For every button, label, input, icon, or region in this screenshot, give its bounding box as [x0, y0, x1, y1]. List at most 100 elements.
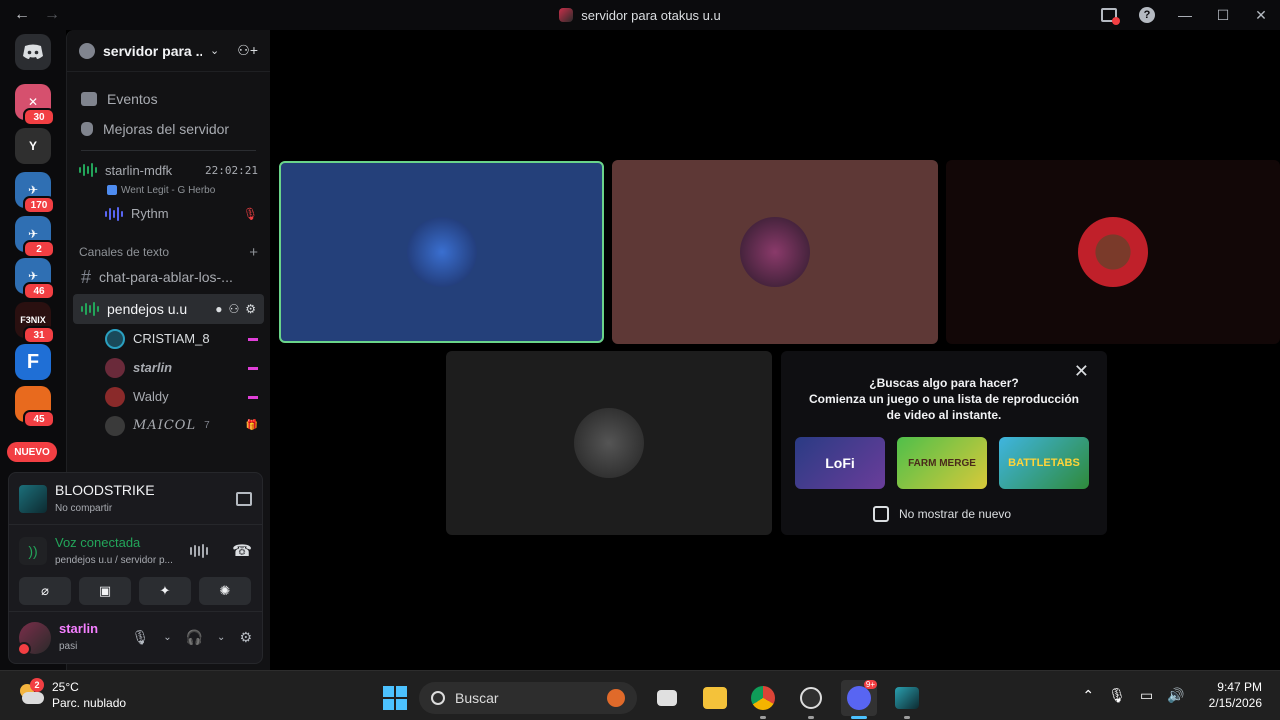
add-user-icon[interactable]: ⚇+: [237, 42, 258, 59]
task-view-icon[interactable]: [649, 680, 685, 716]
weather-widget[interactable]: 2 25°C Parc. nublado: [18, 678, 127, 711]
microphone-tray-icon[interactable]: 🎙: [1108, 687, 1126, 704]
volume-icon[interactable]: 🔊: [1167, 687, 1184, 704]
add-channel-icon[interactable]: +: [249, 244, 258, 261]
chevron-down-icon[interactable]: ⌄: [217, 632, 225, 643]
server-icon: [559, 8, 574, 22]
chrome-icon[interactable]: [745, 680, 781, 719]
bloodstrike-icon[interactable]: [889, 680, 925, 719]
user-settings-icon[interactable]: ⚙: [239, 629, 252, 646]
video-tile[interactable]: [612, 160, 938, 344]
voice-wave-icon: [81, 302, 99, 316]
discord-badge: 9+: [863, 680, 877, 689]
activities-button[interactable]: ✦: [139, 577, 191, 605]
server-icon-6[interactable]: F3NIX 31: [15, 302, 55, 344]
maximize-button[interactable]: ☐: [1204, 0, 1242, 30]
channel-name: pendejos u.u: [107, 301, 188, 317]
headphones-icon[interactable]: 🎧: [186, 629, 203, 646]
hash-icon: #: [81, 266, 92, 287]
chat-icon[interactable]: ●: [215, 302, 222, 316]
server-icon-3[interactable]: ✈ 170: [15, 172, 55, 214]
activity-card-farm[interactable]: FARM MERGE: [897, 437, 987, 489]
disconnect-icon[interactable]: ☎: [232, 541, 252, 561]
network-icon[interactable]: ▭: [1140, 687, 1153, 704]
clock-date: 2/15/2026: [1208, 696, 1262, 710]
server-icon-5[interactable]: ✈ 46: [15, 258, 55, 300]
share-screen-button[interactable]: ▣: [79, 577, 131, 605]
mic-muted-icon: 🎙: [242, 206, 258, 221]
server-icon-4[interactable]: ✈ 2: [15, 216, 55, 258]
dont-show-again[interactable]: No mostrar de nuevo: [873, 506, 1011, 522]
settings-gear-icon[interactable]: ⚙: [245, 302, 256, 316]
video-tile[interactable]: [946, 160, 1280, 344]
category-text-channels[interactable]: Canales de texto +: [67, 242, 270, 262]
member-rythm[interactable]: Rythm 🎙: [67, 199, 270, 228]
taskbar-search[interactable]: Buscar: [419, 682, 637, 714]
boost-shield-icon: [81, 122, 93, 136]
clock[interactable]: 9:47 PM 2/15/2026: [1209, 679, 1262, 711]
voice-status[interactable]: Voz conectada: [55, 535, 182, 550]
voice-wave-icon: [105, 206, 123, 221]
search-icon: [431, 691, 445, 705]
weather-condition: Parc. nublado: [52, 696, 127, 710]
activity-icon: ▬: [248, 391, 258, 402]
signal-icon[interactable]: )): [19, 537, 47, 565]
inbox-button[interactable]: [1090, 0, 1128, 30]
channel-name: chat-para-ablar-los-...: [99, 269, 233, 285]
activity-card-lofi[interactable]: LoFi: [795, 437, 885, 489]
video-tile-speaking[interactable]: [279, 161, 604, 343]
divider: [81, 150, 256, 151]
voice-member[interactable]: Waldy ▬: [67, 382, 270, 411]
help-button[interactable]: ?: [1128, 0, 1166, 30]
promo-line-3: de video al instante.: [886, 408, 1002, 422]
nuevo-badge[interactable]: NUEVO: [7, 442, 57, 462]
file-explorer-icon[interactable]: [697, 680, 733, 716]
voice-member[interactable]: starlin ▬: [67, 353, 270, 382]
channel-voice-active[interactable]: pendejos u.u ● ⚇ ⚙: [73, 294, 264, 324]
checkbox-label: No mostrar de nuevo: [899, 507, 1012, 521]
noise-suppression-icon[interactable]: [190, 544, 209, 558]
user-name[interactable]: starlin: [59, 621, 123, 636]
category-label: Canales de texto: [79, 245, 170, 259]
server-name: servidor para ...: [103, 42, 203, 59]
checkbox[interactable]: [873, 506, 889, 522]
server-icon-7[interactable]: F: [15, 344, 51, 380]
close-button[interactable]: ✕: [1242, 0, 1280, 30]
game-activity: BLOODSTRIKE No compartir: [9, 473, 262, 525]
minimize-button[interactable]: —: [1166, 0, 1204, 30]
member-name: Waldy: [133, 389, 169, 404]
voice-member[interactable]: MAICOL 7 🎁: [67, 411, 270, 440]
chevron-down-icon: ⌄: [210, 45, 220, 57]
voice-member[interactable]: CRISTIAM_8 ▬: [67, 324, 270, 353]
server-icon-8[interactable]: 45: [15, 386, 55, 428]
discord-taskbar-icon[interactable]: 9+: [841, 680, 877, 719]
game-title: BLOODSTRIKE: [55, 481, 155, 498]
activity-card-battletabs[interactable]: BATTLETABS: [999, 437, 1089, 489]
server-icon-1[interactable]: ✕ 30: [15, 84, 55, 126]
back-arrow-icon[interactable]: ←: [14, 6, 30, 24]
video-tile[interactable]: [446, 351, 772, 535]
voice-connected-row: )) Voz conectada pendejos u.u / servidor…: [9, 525, 262, 577]
participant-avatar: [740, 217, 810, 287]
forward-arrow-icon[interactable]: →: [44, 6, 60, 24]
discord-home-icon[interactable]: [15, 34, 51, 70]
microphone-icon[interactable]: 🎙: [131, 629, 149, 646]
start-icon[interactable]: [383, 686, 407, 710]
soundboard-button[interactable]: ✺: [199, 577, 251, 605]
events-item[interactable]: Eventos: [67, 84, 270, 114]
server-icon-7-text: F: [26, 350, 40, 373]
channel-text[interactable]: # chat-para-ablar-los-...: [73, 262, 264, 292]
stage-channel[interactable]: starlin-mdfk 22:02:21: [67, 157, 270, 183]
user-avatar[interactable]: [17, 621, 51, 656]
invite-icon[interactable]: ⚇: [228, 302, 239, 316]
voice-location[interactable]: pendejos u.u / servidor p...: [55, 555, 173, 566]
server-icon-2[interactable]: Y: [15, 128, 51, 164]
voice-wave-icon: [79, 163, 97, 177]
camera-off-button[interactable]: ⌀: [19, 577, 71, 605]
server-header[interactable]: servidor para ... ⌄ ⚇+: [67, 30, 270, 72]
server-boost-item[interactable]: Mejoras del servidor: [67, 114, 270, 144]
chevron-up-icon[interactable]: ⌃: [1082, 687, 1094, 704]
obs-icon[interactable]: [793, 680, 829, 719]
chevron-down-icon[interactable]: ⌄: [163, 632, 171, 643]
stream-screen-icon[interactable]: [236, 491, 252, 506]
